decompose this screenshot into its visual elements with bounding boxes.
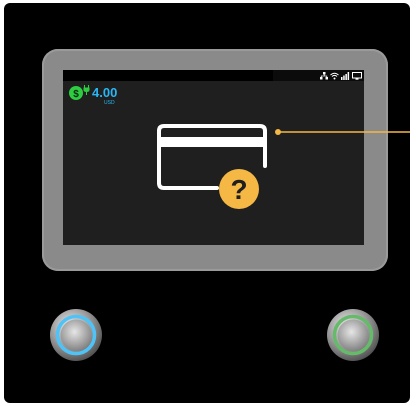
network-icon: [320, 71, 328, 79]
payment-terminal: $ 4.00 USD ?: [4, 3, 410, 403]
wifi-icon: [330, 72, 339, 79]
display-icon: [352, 71, 362, 80]
dollar-coin-icon: $: [69, 86, 83, 100]
credit-card-icon: ?: [157, 124, 267, 209]
signal-icon: [341, 71, 350, 80]
status-bar-strip: [63, 70, 273, 81]
right-button[interactable]: [326, 308, 380, 362]
status-bar: [63, 70, 364, 81]
screen-bezel: $ 4.00 USD ?: [42, 49, 388, 271]
status-icons: [320, 70, 362, 81]
svg-text:?: ?: [230, 174, 247, 205]
callout-line: [275, 129, 410, 135]
svg-text:$: $: [73, 89, 79, 100]
left-button[interactable]: [49, 308, 103, 362]
terminal-screen: $ 4.00 USD ?: [63, 70, 364, 245]
balance-amount: 4.00: [92, 85, 118, 100]
physical-buttons: [4, 303, 410, 373]
balance-currency: USD: [104, 100, 115, 106]
plug-icon: [83, 85, 90, 95]
